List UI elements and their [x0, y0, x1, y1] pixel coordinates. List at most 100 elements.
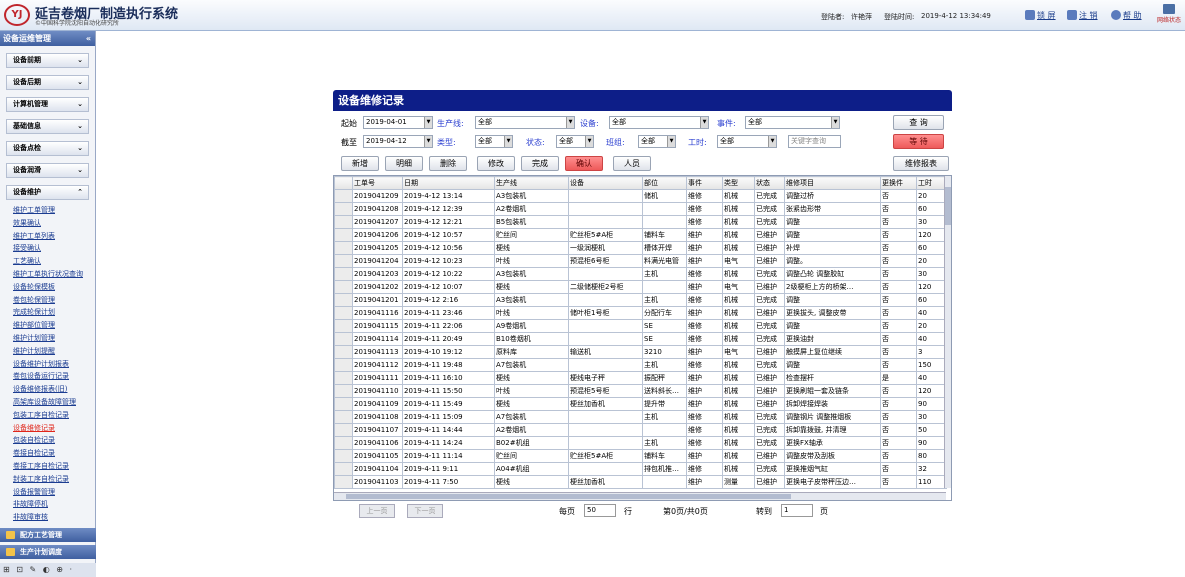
collapse-button[interactable]: « [86, 31, 91, 46]
event-select[interactable]: 全部 ▼ [745, 116, 840, 129]
table-row[interactable]: 2019041114 2019-4-11 20:49 B10卷烟机 SE 维修 机械 已完成… [334, 332, 947, 346]
table-row[interactable]: 2019041104 2019-4-11 9:11 A04#机组 排包机推… 维修 机械已… [334, 462, 947, 476]
sidebar-item[interactable]: 卷接工序自检记录 [13, 460, 95, 473]
sidebar-item[interactable]: 维护工单执行状况查询 [13, 268, 95, 281]
query-button[interactable]: 查 询 [893, 115, 944, 130]
table-row[interactable]: 2019041110 2019-4-11 15:50 叶线 预混柜5号柜 送料斜长… 维护… [334, 384, 947, 398]
sidebar-item[interactable]: 维护工单列表 [13, 230, 95, 243]
table-row[interactable]: 2019041209 2019-4-12 13:14 A3包装机 储机 维修 机械 已完成调… [334, 189, 947, 203]
column-header[interactable]: 类型 [722, 176, 755, 190]
logout-button[interactable]: 注 销 [1067, 10, 1098, 21]
table-row[interactable]: 2019041105 2019-4-11 11:14 贮丝间 贮丝柜5#A柜 铺料车 维护… [334, 449, 947, 463]
sidebar-item[interactable]: 维护工单管理 [13, 204, 95, 217]
network-status[interactable]: 网络状态 [1157, 4, 1181, 24]
toolbar-button[interactable]: 完成 [521, 156, 559, 171]
row-selector[interactable] [334, 280, 353, 294]
sidebar-group[interactable]: 设备前期 ⌄ [6, 53, 89, 68]
table-row[interactable]: 2019041113 2019-4-10 19:12 原料库 输送机 3210 维护 电气已… [334, 345, 947, 359]
sidebar-item[interactable]: 设备维护计划报表 [13, 358, 95, 371]
column-header[interactable]: 更换件 [880, 176, 917, 190]
table-row[interactable]: 2019041204 2019-4-12 10:23 叶线 预混柜6号柜 料满光电管 维护… [334, 254, 947, 268]
equipment-select[interactable]: 全部 ▼ [609, 116, 709, 129]
repair-report-button[interactable]: 维修报表 [893, 156, 949, 171]
row-selector[interactable] [334, 254, 353, 268]
column-header[interactable]: 维修项目 [784, 176, 881, 190]
sidebar-item[interactable]: 设备维修记录 [13, 422, 95, 435]
toolbar-button[interactable]: 修改 [477, 156, 515, 171]
sidebar-item[interactable]: 设备报警管理 [13, 486, 95, 499]
sidebar-group[interactable]: 设备点检 ⌄ [6, 141, 89, 156]
row-selector[interactable] [334, 410, 353, 424]
table-row[interactable]: 2019041202 2019-4-12 10:07 梗线 二级储梗柜2号柜 维护 电气已… [334, 280, 947, 294]
table-row[interactable]: 2019041206 2019-4-12 10:57 贮丝间 贮丝柜5#A柜 铺料车 维护… [334, 228, 947, 242]
sidebar-item[interactable]: 高架库设备故障管理 [13, 396, 95, 409]
row-selector[interactable] [334, 319, 353, 333]
row-selector[interactable] [334, 228, 353, 242]
row-selector[interactable] [334, 423, 353, 437]
sidebar-item[interactable]: 卷接自检记录 [13, 447, 95, 460]
sidebar-group[interactable]: 设备润滑 ⌄ [6, 163, 89, 178]
type-select[interactable]: 全部 ▼ [475, 135, 513, 148]
sidebar-item[interactable]: 工艺确认 [13, 255, 95, 268]
column-header[interactable]: 设备 [568, 176, 643, 190]
table-row[interactable]: 2019041208 2019-4-12 12:39 A2卷烟机 维修 机械 已完成 张紧齿… [334, 202, 947, 216]
sidebar-bottom-recipe[interactable]: 配方工艺管理 [0, 528, 96, 542]
table-row[interactable]: 2019041203 2019-4-12 10:22 A3包装机 主机 维修 机械 已完成调… [334, 267, 947, 281]
row-selector[interactable] [334, 397, 353, 411]
end-date-picker[interactable]: 2019-04-12 ▼ [363, 135, 433, 148]
table-row[interactable]: 2019041205 2019-4-12 10:56 梗线 一级润梗机 槽体开焊 维护 机械… [334, 241, 947, 255]
scroll-thumb[interactable] [346, 494, 791, 499]
sidebar-item[interactable]: 非故障停机 [13, 498, 95, 511]
row-selector[interactable] [334, 293, 353, 307]
prev-page-button[interactable]: 上一页 [359, 504, 395, 518]
row-selector[interactable] [334, 345, 353, 359]
row-selector[interactable] [334, 306, 353, 320]
sidebar-item[interactable]: 包装工序自检记录 [13, 409, 95, 422]
row-selector[interactable] [334, 202, 353, 216]
row-selector[interactable] [334, 475, 353, 489]
sidebar-item[interactable]: 维护部位管理 [13, 319, 95, 332]
table-row[interactable]: 2019041111 2019-4-11 16:10 梗线 梗线电子秤 振配秤 维护 机械已… [334, 371, 947, 385]
toolbar-button[interactable]: 确认 [565, 156, 603, 171]
sidebar-item[interactable]: 卷包设备运行记录 [13, 370, 95, 383]
sidebar-group[interactable]: 设备维护 ⌃ [6, 185, 89, 200]
sidebar-item[interactable]: 维护计划提醒 [13, 345, 95, 358]
toolbar-button[interactable]: 新增 [341, 156, 379, 171]
table-row[interactable]: 2019041109 2019-4-11 15:49 梗线 梗丝加香机 提升带 维护 机械已… [334, 397, 947, 411]
next-page-button[interactable]: 下一页 [407, 504, 443, 518]
column-header[interactable]: 生产线 [494, 176, 569, 190]
row-selector[interactable] [334, 358, 353, 372]
toolbar-button[interactable]: 明细 [385, 156, 423, 171]
sidebar-item[interactable]: 效果确认 [13, 217, 95, 230]
sidebar-group[interactable]: 基础信息 ⌄ [6, 119, 89, 134]
sidebar-item[interactable]: 设备轮保模板 [13, 281, 95, 294]
sidebar-group[interactable]: 计算机管理 ⌄ [6, 97, 89, 112]
row-selector[interactable] [334, 189, 353, 203]
table-row[interactable]: 2019041116 2019-4-11 23:46 叶线 储叶柜1号柜 分配行车 维护机… [334, 306, 947, 320]
table-row[interactable]: 2019041103 2019-4-11 7:50 梗线 梗丝加香机 维护 测量 已维护 更换… [334, 475, 947, 489]
toolbar-button[interactable]: 删除 [429, 156, 467, 171]
line-select[interactable]: 全部 ▼ [475, 116, 575, 129]
table-row[interactable]: 2019041115 2019-4-11 22:06 A9卷烟机 SE 维修 机械 已完成调… [334, 319, 947, 333]
keyword-search-input[interactable]: 关键字查询 [788, 135, 841, 148]
sidebar-item[interactable]: 设备维修报表(旧) [13, 383, 95, 396]
scroll-thumb[interactable] [945, 187, 951, 225]
row-selector[interactable] [334, 384, 353, 398]
goto-page-input[interactable]: 1 [781, 504, 813, 517]
column-header[interactable]: 工时 [916, 176, 947, 190]
help-button[interactable]: 帮 助 [1111, 10, 1142, 21]
sidebar-item[interactable]: 完成轮保计划 [13, 306, 95, 319]
toolbar-button[interactable]: 人员 [613, 156, 651, 171]
wait-button[interactable]: 等 待 [893, 134, 944, 149]
sidebar-item[interactable]: 包装自检记录 [13, 434, 95, 447]
sidebar-item[interactable]: 非故障审核 [13, 511, 95, 524]
sidebar-group[interactable]: 设备后期 ⌄ [6, 75, 89, 90]
hours-select[interactable]: 全部 ▼ [717, 135, 777, 148]
start-date-picker[interactable]: 2019-04-01 ▼ [363, 116, 433, 129]
table-row[interactable]: 2019041107 2019-4-11 14:44 A2卷烟机 维修 机械 已完成 拆卸靠… [334, 423, 947, 437]
row-selector[interactable] [334, 371, 353, 385]
horizontal-scrollbar[interactable] [334, 492, 946, 500]
row-selector[interactable] [334, 436, 353, 450]
sidebar-item[interactable]: 维护计划管理 [13, 332, 95, 345]
per-page-input[interactable]: 50 [584, 504, 616, 517]
